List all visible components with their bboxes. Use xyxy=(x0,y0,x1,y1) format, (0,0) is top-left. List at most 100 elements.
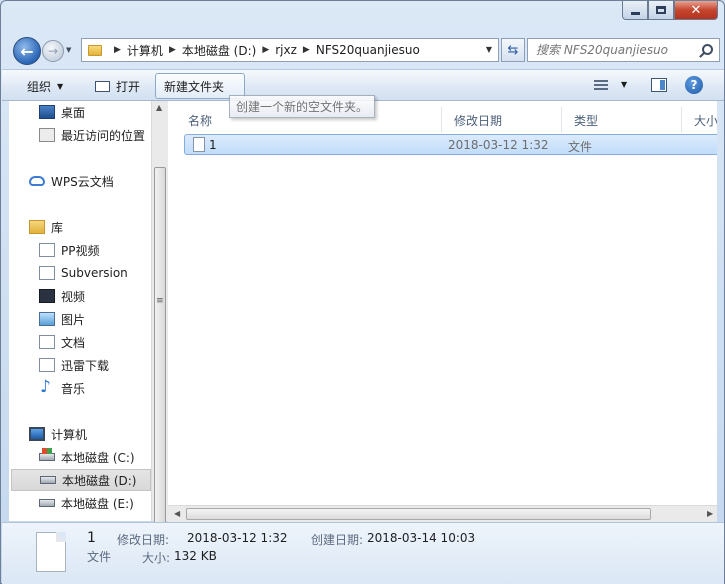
details-file-name: 1 xyxy=(87,530,96,546)
sidebar-item-label: 本地磁盘 (E:) xyxy=(61,496,134,511)
details-size-value: 132 KB xyxy=(174,549,217,563)
scroll-up-icon[interactable]: ▲ xyxy=(156,103,162,112)
forward-button[interactable]: → xyxy=(42,40,64,62)
sidebar-item-subversion[interactable]: Subversion xyxy=(39,262,167,284)
row-name: 1 xyxy=(209,138,217,152)
breadcrumb-computer[interactable]: 计算机 xyxy=(127,42,163,59)
maximize-icon xyxy=(656,6,666,14)
scrollbar-thumb[interactable] xyxy=(154,167,166,539)
scrollbar-thumb[interactable] xyxy=(186,508,651,520)
recent-pages-dropdown[interactable]: ▼ xyxy=(66,46,71,54)
chevron-right-icon[interactable]: ▶ xyxy=(303,45,310,55)
address-dropdown-icon[interactable]: ▼ xyxy=(486,45,492,54)
sidebar-item-thunder-downloads[interactable]: 迅雷下载 xyxy=(39,354,167,376)
sidebar-item-drive-c[interactable]: 本地磁盘 (C:) xyxy=(39,446,167,468)
sidebar-item-label: 桌面 xyxy=(61,105,86,120)
library-doc-icon xyxy=(39,243,55,257)
sidebar-item-computer[interactable]: 计算机 xyxy=(29,423,167,445)
sidebar-item-libraries[interactable]: 库 xyxy=(29,216,167,238)
caption-buttons: ✕ xyxy=(622,1,718,20)
arrow-right-icon: → xyxy=(47,44,59,58)
sidebar-item-drive-d[interactable]: 本地磁盘 (D:) xyxy=(11,469,151,491)
video-icon xyxy=(39,289,55,303)
file-list-horizontal-scrollbar[interactable]: ◀ ▶ xyxy=(168,505,717,522)
column-header-modified[interactable]: 修改日期 xyxy=(442,107,562,133)
preview-pane-icon[interactable] xyxy=(651,78,667,92)
chevron-right-icon[interactable]: ▶ xyxy=(169,45,176,55)
details-modified-label: 修改日期: xyxy=(117,533,170,547)
open-button[interactable]: 打开 xyxy=(87,73,148,99)
row-type: 文件 xyxy=(568,140,593,154)
sidebar-item-label: 本地磁盘 (C:) xyxy=(61,450,135,465)
address-bar[interactable]: ▶ 计算机 ▶ 本地磁盘 (D:) ▶ rjxz ▶ NFS20quanjies… xyxy=(81,38,499,62)
details-created-value: 2018-03-14 10:03 xyxy=(367,531,476,545)
back-button[interactable]: ← xyxy=(13,37,41,65)
sidebar-item-desktop[interactable]: 桌面 xyxy=(39,101,167,123)
help-icon[interactable]: ? xyxy=(685,76,703,94)
organize-button[interactable]: 组织 ▼ xyxy=(19,73,71,99)
new-folder-tooltip: 创建一个新的空文件夹。 xyxy=(229,95,376,118)
library-doc-icon xyxy=(39,358,55,372)
chevron-right-icon[interactable]: ▶ xyxy=(262,45,269,55)
sidebar-item-music[interactable]: 音乐 xyxy=(39,377,167,399)
recent-places-icon xyxy=(39,128,55,142)
library-icon xyxy=(29,220,45,234)
minimize-button[interactable] xyxy=(622,1,648,20)
refresh-button[interactable]: ⇆ xyxy=(501,38,525,62)
open-icon xyxy=(95,80,110,92)
sidebar-item-label: Subversion xyxy=(61,266,128,280)
open-label: 打开 xyxy=(116,79,141,94)
search-box[interactable] xyxy=(527,38,720,62)
sidebar-item-wps-cloud[interactable]: WPS云文档 xyxy=(29,170,167,192)
search-input[interactable] xyxy=(536,43,696,57)
breadcrumb-rjxz[interactable]: rjxz xyxy=(275,43,297,57)
sidebar-item-label: 本地磁盘 (D:) xyxy=(62,473,137,488)
details-modified-value: 2018-03-12 1:32 xyxy=(187,531,288,545)
system-drive-icon xyxy=(39,448,55,461)
sidebar-item-videos[interactable]: 视频 xyxy=(39,285,167,307)
sidebar-item-label: 库 xyxy=(51,220,64,235)
drive-icon xyxy=(40,476,56,484)
sidebar-item-pictures[interactable]: 图片 xyxy=(39,308,167,330)
refresh-icon: ⇆ xyxy=(507,42,519,58)
close-icon: ✕ xyxy=(690,2,702,18)
navigation-pane: 桌面 最近访问的位置 WPS云文档 库 PP视频 Subversion 视频 图… xyxy=(9,101,167,521)
maximize-button[interactable] xyxy=(648,1,674,20)
sidebar-item-label: 视频 xyxy=(61,289,86,304)
sidebar-item-drive-e[interactable]: 本地磁盘 (E:) xyxy=(39,492,167,514)
table-row[interactable]: 1 2018-03-12 1:32 文件 xyxy=(184,134,717,155)
navigation-pane-scrollbar[interactable]: ▲ ≡ xyxy=(151,101,168,539)
navigation-bar: ← → ▼ ▶ 计算机 ▶ 本地磁盘 (D:) ▶ rjxz ▶ NFS20qu… xyxy=(9,35,721,65)
search-icon[interactable] xyxy=(702,44,713,55)
chevron-right-icon[interactable]: ▶ xyxy=(114,45,121,55)
computer-icon xyxy=(29,427,45,441)
change-view-icon[interactable] xyxy=(594,80,608,91)
view-options-dropdown[interactable]: ▼ xyxy=(621,80,627,89)
close-button[interactable]: ✕ xyxy=(674,1,718,20)
file-icon xyxy=(193,137,205,152)
column-header-size[interactable]: 大小 xyxy=(682,107,717,133)
scroll-left-icon[interactable]: ◀ xyxy=(174,509,180,518)
scroll-right-icon[interactable]: ▶ xyxy=(707,509,713,518)
drive-icon xyxy=(39,499,55,507)
file-list-pane: 名称 修改日期 类型 大小 1 2018-03-12 1:32 文件 xyxy=(168,101,717,521)
sidebar-item-pp-video[interactable]: PP视频 xyxy=(39,239,167,261)
dropdown-arrow-icon: ▼ xyxy=(57,81,64,91)
cloud-icon xyxy=(29,176,45,186)
breadcrumb-current-folder[interactable]: NFS20quanjiesuo xyxy=(316,43,420,57)
column-header-type[interactable]: 类型 xyxy=(562,107,682,133)
sidebar-item-label: 图片 xyxy=(61,312,86,327)
details-size-label: 大小: xyxy=(142,551,171,565)
sidebar-item-label: 计算机 xyxy=(51,427,88,442)
sidebar-item-documents[interactable]: 文档 xyxy=(39,331,167,353)
breadcrumb-drive-d[interactable]: 本地磁盘 (D:) xyxy=(182,42,256,59)
sidebar-item-label: 迅雷下载 xyxy=(61,358,110,373)
explorer-window: ✕ ← → ▼ ▶ 计算机 ▶ 本地磁盘 (D:) ▶ rjxz ▶ NFS20… xyxy=(0,0,725,584)
row-modified: 2018-03-12 1:32 xyxy=(448,138,549,152)
scrollbar-grip-icon: ≡ xyxy=(156,296,164,306)
details-pane: 1 文件 修改日期: 2018-03-12 1:32 创建日期: 2018-03… xyxy=(2,522,724,584)
sidebar-item-label: PP视频 xyxy=(61,243,100,258)
sidebar-item-recent-places[interactable]: 最近访问的位置 xyxy=(39,124,167,146)
minimize-icon xyxy=(630,11,640,15)
picture-icon xyxy=(39,312,55,326)
